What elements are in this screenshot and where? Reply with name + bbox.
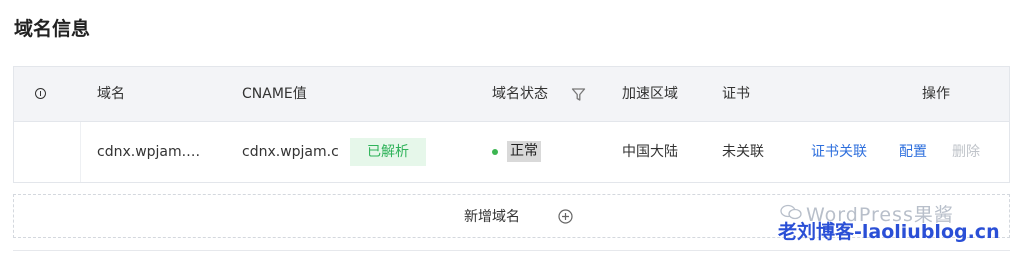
config-button[interactable]: 配置 — [899, 122, 927, 182]
row-region: 中国大陆 — [622, 144, 678, 160]
row-cname: cdnx.wpjam.c — [242, 144, 338, 160]
filter-icon[interactable] — [571, 87, 586, 102]
row-cert: 未关联 — [722, 144, 764, 160]
column-header-cert: 证书 — [722, 86, 750, 102]
section-title: 域名信息 — [14, 18, 91, 40]
column-header-status: 域名状态 — [492, 86, 548, 102]
column-header-cname: CNAME值 — [242, 86, 307, 102]
watermark-line2: 老刘博客-laoliublog.cn — [778, 221, 1000, 243]
divider — [13, 250, 1010, 251]
cert-link-button[interactable]: 证书关联 — [811, 122, 867, 182]
row-select-cell — [14, 122, 81, 182]
row-status: 正常 — [507, 141, 541, 162]
column-header-region: 加速区域 — [622, 86, 678, 102]
info-icon[interactable] — [35, 88, 46, 99]
status-dot-icon — [492, 149, 498, 155]
cname-resolved-badge: 已解析 — [350, 138, 426, 166]
domain-table: 域名 CNAME值 域名状态 加速区域 证书 操作 cdnx.wpjam.… c… — [13, 66, 1010, 183]
add-domain-label: 新增域名 — [464, 209, 520, 225]
table-header: 域名 CNAME值 域名状态 加速区域 证书 操作 — [14, 67, 1009, 122]
table-row: cdnx.wpjam.… cdnx.wpjam.c 已解析 正常 中国大陆 未关… — [14, 122, 1009, 182]
plus-circle-icon — [558, 209, 573, 224]
row-domain: cdnx.wpjam.… — [97, 144, 201, 160]
column-header-domain: 域名 — [97, 86, 125, 102]
column-header-actions: 操作 — [922, 86, 950, 102]
delete-button[interactable]: 删除 — [952, 122, 980, 182]
